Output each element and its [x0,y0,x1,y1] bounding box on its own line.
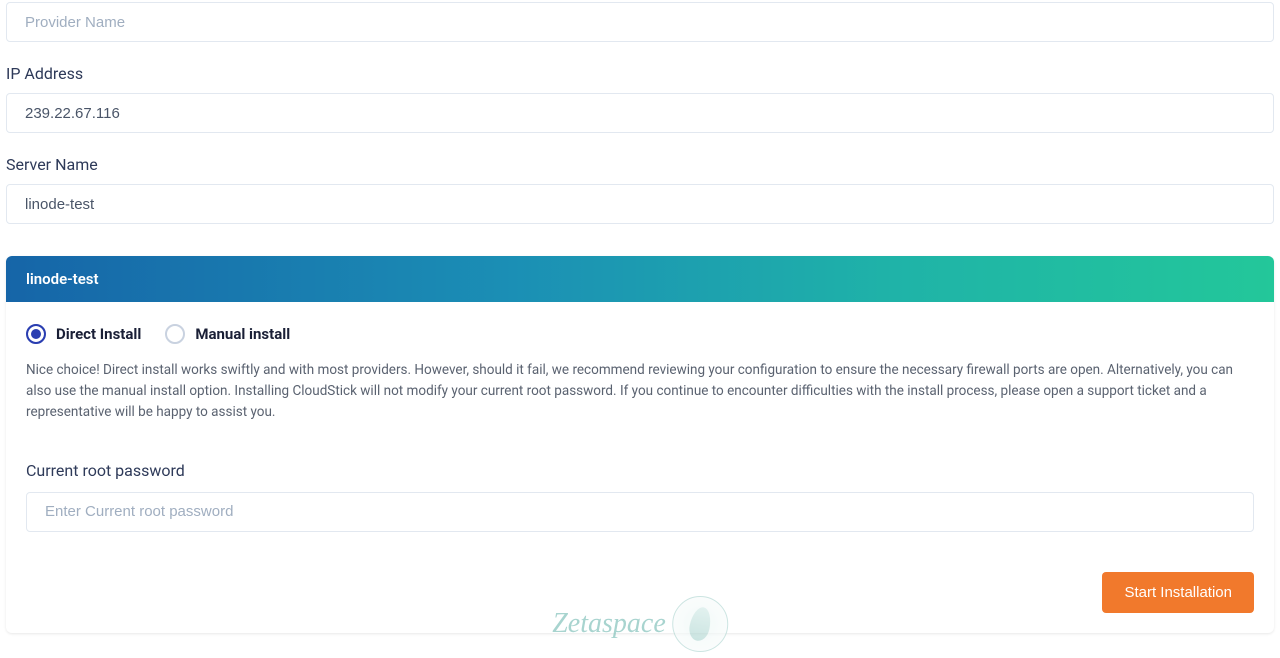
install-card: linode-test Direct Install Manual instal… [6,256,1274,633]
radio-icon [26,324,46,344]
install-help-text: Nice choice! Direct install works swiftl… [26,360,1254,423]
direct-install-label: Direct Install [56,325,141,343]
ip-address-input[interactable] [6,93,1274,133]
install-options: Direct Install Manual install [26,324,1254,344]
provider-name-input[interactable] [6,2,1274,42]
direct-install-option[interactable]: Direct Install [26,324,141,344]
manual-install-option[interactable]: Manual install [165,324,290,344]
radio-icon [165,324,185,344]
server-name-input[interactable] [6,184,1274,224]
root-password-input[interactable] [26,492,1254,532]
card-title: linode-test [6,256,1274,302]
root-password-label: Current root password [26,461,1254,480]
server-name-label: Server Name [6,155,1274,174]
manual-install-label: Manual install [195,325,290,343]
start-installation-button[interactable]: Start Installation [1102,572,1254,613]
ip-address-label: IP Address [6,64,1274,83]
